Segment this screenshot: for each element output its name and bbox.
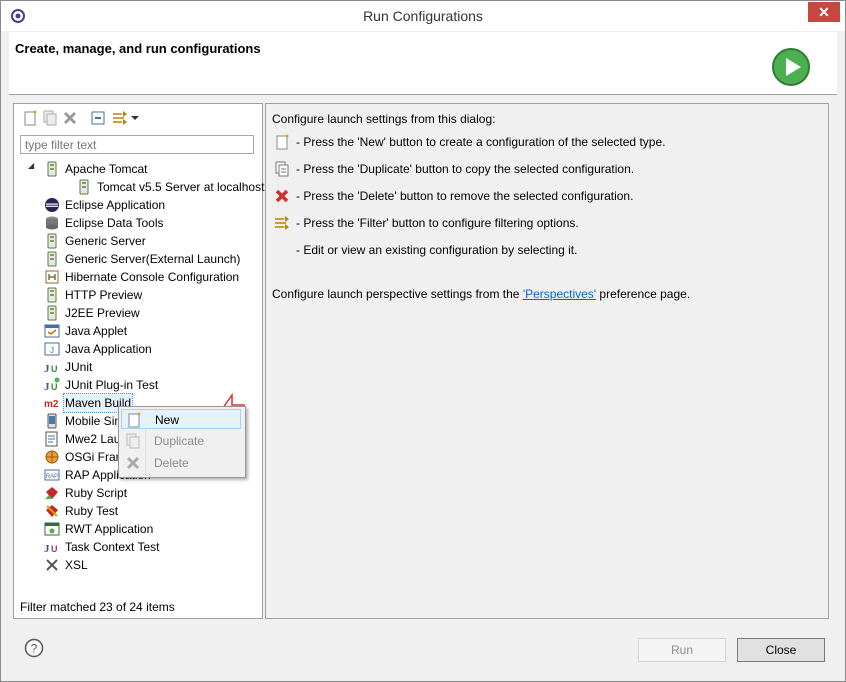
svg-text:m2: m2 bbox=[44, 399, 59, 410]
menu-item-duplicate[interactable]: Duplicate bbox=[121, 431, 241, 451]
help-icon[interactable]: ? bbox=[24, 638, 44, 658]
svg-text:?: ? bbox=[31, 642, 38, 656]
window-title: Run Configurations bbox=[363, 8, 483, 24]
view-menu-icon[interactable] bbox=[130, 110, 140, 126]
ruby-test-icon bbox=[46, 505, 58, 517]
task-icon: JU bbox=[44, 543, 58, 555]
ruby-icon bbox=[45, 487, 58, 499]
tree-item-label: Mobile Sin bbox=[65, 414, 122, 428]
filter-status: Filter matched 23 of 24 items bbox=[20, 600, 175, 614]
duplicate-icon bbox=[275, 161, 289, 177]
duplicate-icon[interactable] bbox=[42, 110, 58, 126]
info-intro: Configure launch settings from this dial… bbox=[272, 112, 496, 126]
filter-input[interactable] bbox=[20, 135, 254, 154]
tree-item-label: HTTP Preview bbox=[65, 288, 143, 302]
run-icon bbox=[772, 48, 810, 86]
new-config-icon[interactable] bbox=[22, 110, 38, 126]
server-icon bbox=[47, 305, 57, 321]
run-configurations-dialog: Run Configurations ✕ Create, manage, and… bbox=[0, 0, 846, 682]
svg-text:U: U bbox=[51, 382, 58, 392]
delete-icon[interactable] bbox=[62, 110, 78, 126]
filter-icon[interactable] bbox=[112, 110, 128, 126]
info-panel: Configure launch settings from this dial… bbox=[265, 103, 829, 619]
server-icon bbox=[47, 161, 57, 177]
filter-icon bbox=[275, 216, 289, 230]
close-button[interactable]: Close bbox=[737, 638, 825, 662]
java-app-icon: J bbox=[44, 342, 60, 356]
tree-item-label: Ruby Test bbox=[65, 504, 119, 518]
eclipse-icon bbox=[45, 198, 59, 212]
title-bar: Run Configurations ✕ bbox=[1, 1, 845, 31]
expand-toggle-icon[interactable]: ◢ bbox=[28, 161, 38, 177]
svg-text:J: J bbox=[44, 543, 50, 555]
tree-item-label: Apache Tomcat bbox=[65, 162, 148, 176]
perspectives-text-after: preference page. bbox=[596, 287, 691, 301]
tree-item-label: JUnit Plug-in Test bbox=[65, 378, 159, 392]
delete-icon bbox=[126, 456, 140, 470]
tree-item-label: Eclipse Application bbox=[65, 198, 166, 212]
header-title: Create, manage, and run configurations bbox=[15, 41, 261, 56]
tree-item-label: Mwe2 Lau bbox=[65, 432, 121, 446]
server-icon bbox=[47, 287, 57, 303]
duplicate-icon bbox=[126, 433, 140, 449]
maven-icon: m2 bbox=[44, 398, 60, 410]
info-text: - Press the 'Duplicate' button to copy t… bbox=[296, 162, 635, 176]
info-text: - Press the 'Filter' button to configure… bbox=[296, 216, 579, 230]
tree-item-label: Ruby Script bbox=[65, 486, 128, 500]
tree-item-label: Tomcat v5.5 Server at localhost bbox=[97, 180, 265, 194]
new-config-icon bbox=[276, 134, 289, 150]
rwt-icon bbox=[44, 522, 60, 536]
svg-text:J: J bbox=[44, 381, 50, 393]
collapse-all-icon[interactable] bbox=[90, 110, 106, 126]
svg-text:RAP: RAP bbox=[46, 474, 58, 480]
tree-item-label: Hibernate Console Configuration bbox=[65, 270, 240, 284]
configuration-tree-panel: ◢ Apache Tomcat Tomcat v5.5 Server at loca… bbox=[13, 103, 265, 619]
info-text: - Edit or view an existing configuration… bbox=[296, 243, 578, 257]
junit-icon: JU bbox=[44, 363, 58, 375]
junit-plugin-icon: JU bbox=[44, 377, 60, 393]
tree-item-label: RWT Application bbox=[65, 522, 154, 536]
menu-item-label: New bbox=[155, 413, 180, 427]
menu-item-label: Duplicate bbox=[154, 434, 205, 448]
database-icon bbox=[46, 216, 58, 230]
mobile-icon bbox=[47, 413, 57, 429]
hibernate-icon bbox=[45, 270, 59, 284]
xsl-icon bbox=[46, 559, 58, 571]
tree-item-label: Generic Server(External Launch) bbox=[65, 252, 241, 266]
server-icon bbox=[79, 179, 89, 195]
tree-item-label: XSL bbox=[65, 558, 88, 572]
applet-icon bbox=[44, 324, 60, 338]
delete-icon bbox=[275, 189, 289, 203]
dialog-header: Create, manage, and run configurations bbox=[9, 32, 837, 95]
svg-text:U: U bbox=[51, 364, 58, 374]
rap-icon: RAP bbox=[44, 469, 60, 481]
tree-item-label: Task Context Test bbox=[65, 540, 160, 554]
info-text: - Press the 'Delete' button to remove th… bbox=[296, 189, 634, 203]
svg-text:U: U bbox=[51, 544, 58, 554]
tree-item-label: J2EE Preview bbox=[65, 306, 140, 320]
context-menu: New Duplicate Delete bbox=[118, 406, 246, 478]
tree-item-label: JUnit bbox=[65, 360, 93, 374]
tree-item-label: Eclipse Data Tools bbox=[65, 216, 164, 230]
new-config-icon bbox=[128, 412, 141, 428]
tree-item-label: Java Application bbox=[65, 342, 152, 356]
run-button[interactable]: Run bbox=[638, 638, 726, 662]
info-text: - Press the 'New' button to create a con… bbox=[296, 135, 666, 149]
perspectives-link[interactable]: 'Perspectives' bbox=[523, 287, 596, 301]
menu-item-new[interactable]: New bbox=[121, 409, 241, 429]
server-icon bbox=[47, 233, 57, 249]
window-close-button[interactable]: ✕ bbox=[808, 2, 840, 22]
perspectives-line: Configure launch perspective settings fr… bbox=[272, 287, 690, 301]
tree-item-label: Generic Server bbox=[65, 234, 146, 248]
menu-item-label: Delete bbox=[154, 456, 189, 470]
svg-text:J: J bbox=[50, 346, 54, 355]
menu-item-delete[interactable]: Delete bbox=[121, 453, 241, 473]
svg-text:J: J bbox=[44, 363, 50, 375]
osgi-icon bbox=[45, 450, 59, 464]
perspectives-text-before: Configure launch perspective settings fr… bbox=[272, 287, 523, 301]
mwe2-icon bbox=[45, 431, 58, 447]
tree-item-label: Java Applet bbox=[65, 324, 128, 338]
server-icon bbox=[47, 251, 57, 267]
